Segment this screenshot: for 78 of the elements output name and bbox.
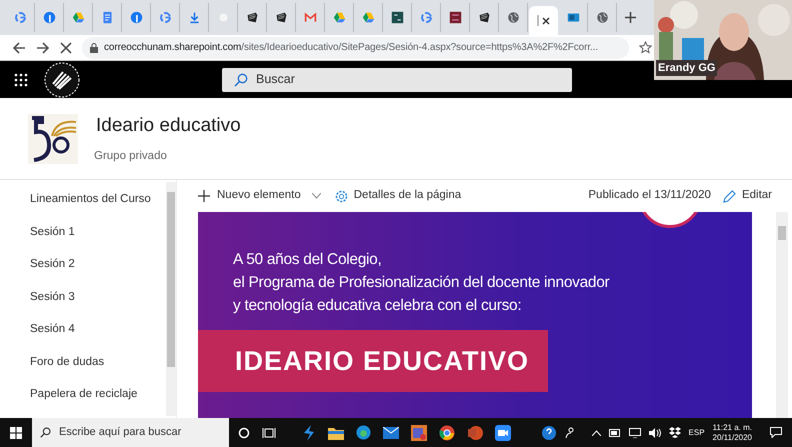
favicon-icon <box>246 11 258 24</box>
favicon-icon <box>362 11 374 24</box>
favicon-icon <box>130 11 142 24</box>
mail-icon[interactable] <box>383 426 399 438</box>
favicon-icon <box>448 11 462 24</box>
nav-link[interactable]: Sesión 2 <box>30 255 166 273</box>
new-tab-icon[interactable] <box>625 12 636 23</box>
chrome-icon[interactable] <box>439 424 455 440</box>
new-item-button[interactable]: Nuevo elemento <box>198 187 321 205</box>
favicon-icon <box>478 11 490 24</box>
cortana-icon[interactable] <box>238 426 250 438</box>
back-icon[interactable] <box>12 40 26 54</box>
forward-icon[interactable] <box>36 40 50 54</box>
bolt-app-icon[interactable] <box>302 424 316 440</box>
app-launcher-icon[interactable] <box>14 72 28 86</box>
url-text: correocchunam.sharepoint.com/sites/Idearioeducativo/SitePages/Sesión-4.aspx?source=https%3A%2F%2Fcorr... <box>104 41 598 55</box>
speaker-icon[interactable] <box>648 428 661 438</box>
favicon-icon <box>14 11 26 24</box>
nav-link[interactable]: Lineamientos del Curso <box>30 190 166 208</box>
banner-title: IDEARIO EDUCATIVO <box>198 330 548 392</box>
lock-icon <box>90 42 98 52</box>
favicon-icon <box>390 11 404 24</box>
address-bar[interactable]: correocchunam.sharepoint.com/sites/Idearioeducativo/SitePages/Sesión-4.aspx?source=https%3A%2F%2Fcorr... <box>82 36 629 58</box>
favicon-icon <box>100 11 114 24</box>
close-icon[interactable] <box>542 16 550 24</box>
favicon-icon <box>506 11 520 24</box>
nav-link[interactable]: Sesión 4 <box>30 320 166 338</box>
plus-icon <box>198 190 210 202</box>
nav-link[interactable]: Papelera de reciclaje <box>30 385 166 403</box>
favicon-icon <box>274 11 288 24</box>
favicon-icon <box>596 11 608 24</box>
chevron-down-icon <box>312 193 321 199</box>
scrollbar-thumb[interactable] <box>167 192 175 367</box>
scrollbar-thumb[interactable] <box>778 226 786 240</box>
clock-date[interactable]: 20/11/2020 <box>712 432 752 442</box>
star-icon[interactable] <box>639 41 652 54</box>
favicon-icon <box>158 11 172 24</box>
site-logo-icon <box>28 114 78 164</box>
search-icon <box>40 427 51 438</box>
battery-icon[interactable] <box>608 428 621 436</box>
search-icon <box>234 72 248 86</box>
favicon-icon <box>188 11 200 24</box>
favicon-icon <box>332 11 346 24</box>
caret-up-icon[interactable] <box>592 430 601 436</box>
page-details-button[interactable]: Detalles de la página <box>334 187 462 205</box>
favicon-icon <box>420 11 432 24</box>
windows-start-icon[interactable] <box>10 426 22 438</box>
clock-time[interactable]: 11:21 a. m. <box>712 422 752 432</box>
edit-button[interactable]: Editar <box>722 187 772 205</box>
gear-icon <box>334 190 348 202</box>
video-camera-icon[interactable] <box>495 424 511 440</box>
folder-icon[interactable] <box>328 426 344 440</box>
published-date: Publicado el 13/11/2020 <box>588 188 711 204</box>
pencil-icon <box>722 190 736 202</box>
banner-text: A 50 años del Colegio, <box>233 250 383 269</box>
banner-text: el Programa de Profesionalización del docente innovador <box>233 273 610 292</box>
site-title: Ideario educativo <box>95 114 241 138</box>
notifications-icon[interactable] <box>770 427 782 438</box>
nav-link[interactable]: Foro de dudas <box>30 352 166 370</box>
language-indicator[interactable]: ESP <box>688 426 705 438</box>
participant-name: Erandy GG <box>656 60 718 76</box>
banner-text: y tecnología educativa celebra con el curso: <box>233 296 522 315</box>
favicon-icon <box>42 11 56 24</box>
search-field[interactable]: Buscar <box>222 68 572 92</box>
scrollbar[interactable] <box>166 182 176 416</box>
taskbar-search-field[interactable]: Escribe aquí para buscar <box>32 418 229 447</box>
help-icon[interactable] <box>542 426 556 440</box>
site-subtitle: Grupo privado <box>94 149 168 164</box>
scrollbar[interactable] <box>776 212 788 418</box>
people-icon[interactable] <box>564 426 576 438</box>
task-view-icon[interactable] <box>262 426 276 438</box>
favicon-icon <box>566 11 580 24</box>
nav-link[interactable]: Sesión 1 <box>30 222 166 240</box>
favicon-icon <box>72 11 84 24</box>
dropbox-icon[interactable] <box>668 427 681 438</box>
favicon-icon <box>304 11 316 24</box>
stop-icon[interactable] <box>60 42 72 54</box>
nav-link[interactable]: Sesión 3 <box>30 288 166 306</box>
